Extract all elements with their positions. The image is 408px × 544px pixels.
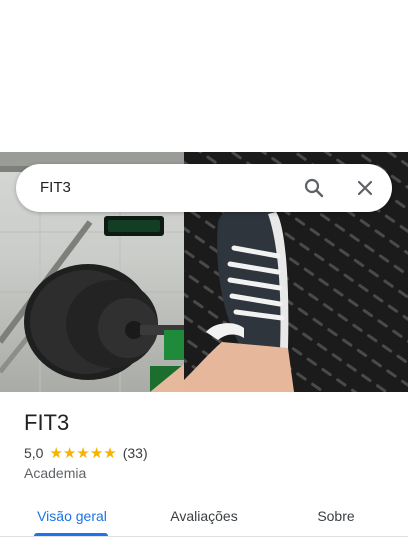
search-icon[interactable] [302, 176, 326, 200]
rating-row[interactable]: 5,0 ★ ★ ★ ★ ★ (33) [24, 444, 148, 462]
star-icon: ★ [49, 443, 63, 462]
reviews-count-link[interactable]: (33) [123, 445, 148, 461]
tab-overview[interactable]: Visão geral [24, 496, 120, 536]
star-icon: ★ [103, 443, 117, 462]
place-category: Academia [24, 465, 87, 481]
tab-about[interactable]: Sobre [296, 496, 376, 536]
rating-stars: ★ ★ ★ ★ ★ [49, 443, 117, 462]
place-tabs: Visão geral Avaliações Sobre [0, 496, 408, 544]
search-input[interactable]: FIT3 [40, 179, 71, 196]
search-bar[interactable]: FIT3 [16, 164, 392, 212]
star-icon: ★ [89, 443, 104, 462]
close-icon[interactable] [353, 176, 377, 200]
star-icon: ★ [62, 443, 77, 462]
rating-value: 5,0 [24, 445, 44, 461]
star-icon: ★ [76, 443, 90, 462]
map-area-blank [0, 0, 408, 152]
tab-reviews[interactable]: Avaliações [156, 496, 252, 536]
tabs-divider [0, 536, 408, 537]
place-title: FIT3 [24, 410, 70, 435]
